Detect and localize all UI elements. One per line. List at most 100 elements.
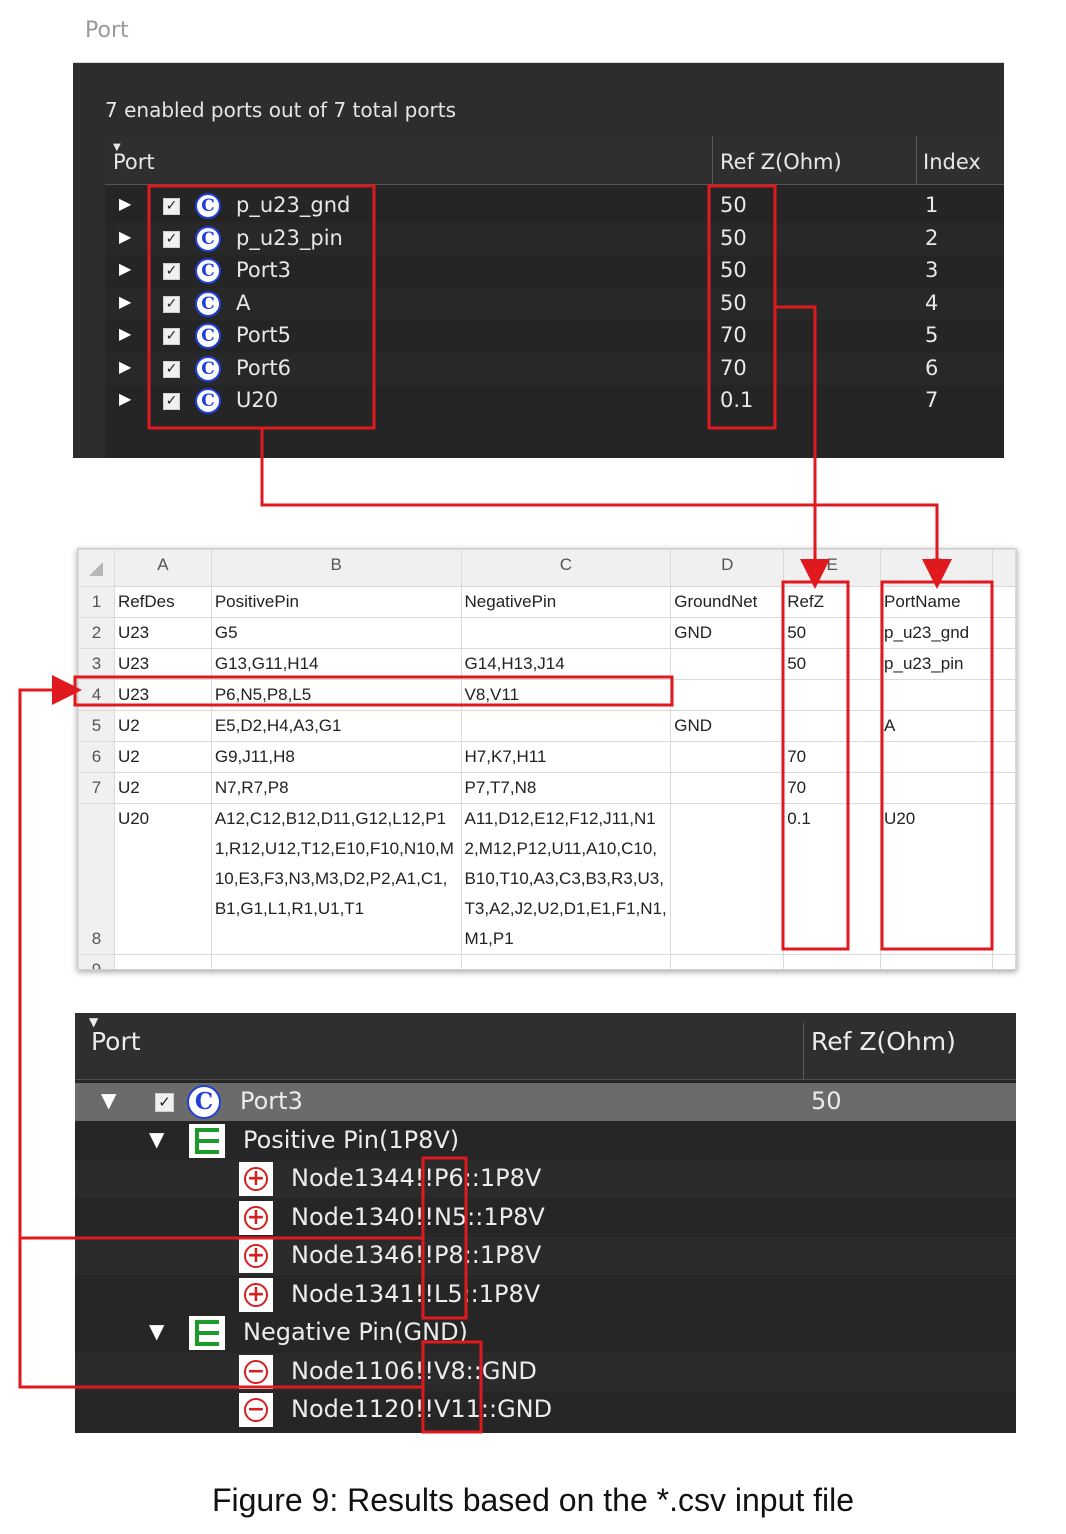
expand-arrow-icon[interactable]: ▶ — [119, 324, 131, 343]
port-row[interactable]: ▶ ✓ C Port3 50 3 — [105, 255, 1004, 287]
expand-arrow-icon[interactable]: ▶ — [119, 259, 131, 278]
expand-arrow-icon[interactable]: ▶ — [119, 292, 131, 311]
row-number[interactable]: 6 — [78, 741, 115, 773]
sheet-cell[interactable]: A11,D12,E12,F12,J11,N12,M12,P12,U11,A10,… — [460, 803, 672, 955]
sheet-cell[interactable] — [783, 954, 882, 969]
sheet-cell[interactable]: G14,H13,J14 — [460, 648, 672, 680]
row-number[interactable]: 3 — [78, 648, 115, 680]
enable-checkbox[interactable]: ✓ — [155, 1093, 174, 1112]
select-all-corner[interactable] — [78, 549, 115, 587]
sheet-cell[interactable] — [113, 954, 212, 969]
negative-pin-row[interactable]: − Node1106!!V8::GND — [75, 1352, 1016, 1391]
port-tree-port-row[interactable]: ▼ ✓ C Port3 50 — [75, 1083, 1016, 1121]
enable-checkbox[interactable]: ✓ — [163, 230, 180, 248]
port-refz[interactable]: 50 — [720, 258, 747, 282]
enable-checkbox[interactable]: ✓ — [163, 295, 180, 313]
row-number[interactable]: 5 — [78, 710, 115, 742]
sheet-cell[interactable] — [210, 954, 462, 969]
column-letter[interactable]: B — [210, 549, 462, 587]
port-row[interactable]: ▶ ✓ Cp_u23_gnd 50 1 — [105, 190, 1004, 222]
sheet-cell[interactable] — [670, 803, 785, 955]
expand-arrow-icon[interactable]: ▶ — [119, 227, 131, 246]
port-row[interactable]: ▶ ✓ C U20 0.1 7 — [105, 385, 1004, 417]
sheet-cell[interactable] — [670, 679, 785, 711]
sheet-cell[interactable]: G5 — [210, 617, 462, 649]
port-row[interactable]: ▶ ✓ C A 50 4 — [105, 287, 1004, 320]
row-number[interactable]: 8 — [78, 803, 115, 955]
port-refz[interactable]: 50 — [720, 291, 747, 315]
row-number[interactable]: 9 — [78, 954, 115, 969]
sheet-cell[interactable]: PositivePin — [210, 586, 462, 618]
sheet-cell[interactable] — [880, 679, 993, 711]
sheet-cell[interactable] — [880, 741, 993, 773]
row-number[interactable]: 4 — [78, 679, 115, 711]
sheet-cell[interactable] — [670, 954, 785, 969]
expand-arrow-icon[interactable]: ▶ — [119, 357, 131, 376]
positive-pin-group[interactable]: ▼ Positive Pin(1P8V) — [75, 1122, 1016, 1160]
column-header-port[interactable]: Port — [91, 1027, 141, 1056]
sheet-cell[interactable]: NegativePin — [460, 586, 672, 618]
negative-pin-group[interactable]: ▼ Negative Pin(GND) — [75, 1314, 1016, 1352]
enable-checkbox[interactable]: ✓ — [163, 328, 180, 345]
sheet-cell[interactable] — [880, 954, 993, 969]
enable-checkbox[interactable]: ✓ — [163, 360, 180, 378]
row-number[interactable]: 7 — [78, 772, 115, 804]
sheet-cell[interactable]: GroundNet — [670, 586, 785, 618]
port-row[interactable]: ▶ ✓ C Port6 70 6 — [105, 352, 1004, 385]
sheet-cell[interactable] — [783, 710, 882, 742]
port-refz[interactable]: 50 — [720, 193, 747, 217]
sheet-cell[interactable]: U2 — [113, 741, 212, 773]
sheet-cell[interactable]: 70 — [783, 741, 882, 773]
port-refz[interactable]: 70 — [720, 323, 747, 347]
sheet-cell[interactable]: V8,V11 — [460, 679, 672, 711]
sheet-cell[interactable]: U23 — [113, 648, 212, 680]
sheet-cell[interactable]: RefZ — [783, 586, 882, 618]
column-letter[interactable]: F — [880, 549, 993, 587]
sheet-cell[interactable]: A12,C12,B12,D11,G12,L12,P11,R12,U12,T12,… — [210, 803, 462, 955]
port-row[interactable]: ▶ ✓ Cp_u23_pin 50 2 — [105, 222, 1004, 255]
sheet-cell[interactable]: P6,N5,P8,L5 — [210, 679, 462, 711]
sheet-cell[interactable]: p_u23_pin — [880, 648, 993, 680]
column-header-port[interactable]: Port — [113, 136, 155, 184]
sheet-cell[interactable] — [783, 679, 882, 711]
expand-arrow-icon[interactable]: ▶ — [119, 389, 131, 408]
column-letter[interactable]: D — [670, 549, 785, 587]
sheet-cell[interactable]: G9,J11,H8 — [210, 741, 462, 773]
positive-pin-row[interactable]: + Node1346!!P8::1P8V — [75, 1237, 1016, 1275]
sheet-cell[interactable] — [460, 617, 672, 649]
column-letter[interactable]: A — [113, 549, 212, 587]
negative-pin-row[interactable]: − Node1120!!V11::GND — [75, 1391, 1016, 1429]
sheet-cell[interactable]: U20 — [880, 803, 993, 955]
port-row[interactable]: ▶ ✓ C Port5 70 5 — [105, 320, 1004, 352]
column-letter[interactable]: E — [783, 549, 882, 587]
sheet-cell[interactable]: P7,T7,N8 — [460, 772, 672, 804]
collapse-arrow-icon[interactable]: ▼ — [149, 1319, 164, 1343]
sheet-cell[interactable]: 0.1 — [783, 803, 882, 955]
enable-checkbox[interactable]: ✓ — [163, 198, 180, 215]
sheet-cell[interactable]: U20 — [113, 803, 212, 955]
sheet-cell[interactable]: U2 — [113, 710, 212, 742]
sheet-cell[interactable]: U23 — [113, 617, 212, 649]
enable-checkbox[interactable]: ✓ — [163, 393, 180, 410]
positive-pin-row[interactable]: + Node1341!!L5::1P8V — [75, 1276, 1016, 1314]
sheet-cell[interactable] — [460, 710, 672, 742]
sheet-cell[interactable] — [670, 741, 785, 773]
column-header-index[interactable]: Index — [923, 136, 981, 184]
sheet-cell[interactable]: N7,R7,P8 — [210, 772, 462, 804]
expand-arrow-icon[interactable]: ▶ — [119, 194, 131, 213]
row-number[interactable]: 2 — [78, 617, 115, 649]
sheet-cell[interactable]: GND — [670, 710, 785, 742]
sheet-cell[interactable]: A — [880, 710, 993, 742]
sheet-cell[interactable]: 70 — [783, 772, 882, 804]
sheet-cell[interactable] — [460, 954, 672, 969]
port-refz[interactable]: 70 — [720, 356, 747, 380]
enable-checkbox[interactable]: ✓ — [163, 263, 180, 280]
sheet-cell[interactable]: GND — [670, 617, 785, 649]
port-refz[interactable]: 0.1 — [720, 388, 753, 412]
positive-pin-row[interactable]: + Node1340!!N5::1P8V — [75, 1199, 1016, 1237]
sheet-cell[interactable]: p_u23_gnd — [880, 617, 993, 649]
sheet-cell[interactable]: G13,G11,H14 — [210, 648, 462, 680]
sheet-cell[interactable] — [670, 648, 785, 680]
column-letter[interactable]: C — [460, 549, 672, 587]
column-header-refz[interactable]: Ref Z(Ohm) — [720, 136, 842, 184]
